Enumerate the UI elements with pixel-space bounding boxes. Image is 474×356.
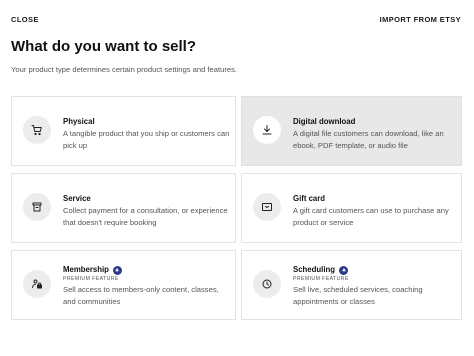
card-description: A tangible product that you ship or cust… bbox=[63, 129, 230, 150]
premium-star-icon bbox=[115, 267, 120, 272]
cart-icon-wrap bbox=[23, 116, 51, 144]
card-title: Membership bbox=[63, 265, 109, 274]
membership-lock-icon bbox=[32, 279, 42, 289]
premium-star-icon bbox=[341, 267, 346, 272]
card-description: A digital file customers can download, l… bbox=[293, 129, 444, 150]
page-title: What do you want to sell? bbox=[11, 38, 196, 55]
product-type-card-scheduling[interactable]: Scheduling PREMIUM FEATURE Sell live, sc… bbox=[241, 250, 462, 320]
premium-feature-label: PREMIUM FEATURE bbox=[293, 276, 349, 282]
card-title: Physical bbox=[63, 117, 95, 126]
card-title: Scheduling bbox=[293, 265, 336, 274]
card-description: Sell live, scheduled services, coaching … bbox=[293, 285, 423, 306]
product-type-card-digital-download[interactable]: Digital download A digital file customer… bbox=[241, 96, 462, 166]
premium-badge-icon bbox=[112, 265, 122, 275]
top-bar: CLOSE IMPORT FROM ETSY bbox=[0, 0, 474, 40]
premium-feature-label: PREMIUM FEATURE bbox=[63, 276, 119, 282]
card-title: Gift card bbox=[293, 194, 326, 203]
service-icon-wrap bbox=[23, 193, 51, 221]
close-button[interactable]: CLOSE bbox=[11, 15, 39, 24]
import-from-etsy-button[interactable]: IMPORT FROM ETSY bbox=[380, 15, 461, 24]
premium-badge-icon bbox=[339, 265, 349, 275]
card-title: Service bbox=[63, 194, 91, 203]
product-type-card-service[interactable]: Service Collect payment for a consultati… bbox=[11, 173, 236, 243]
cart-icon bbox=[31, 125, 42, 136]
card-description: A gift card customers can use to purchas… bbox=[293, 206, 449, 227]
product-type-card-physical[interactable]: Physical A tangible product that you shi… bbox=[11, 96, 236, 166]
download-icon bbox=[262, 125, 272, 135]
page-subtitle: Your product type determines certain pro… bbox=[11, 65, 237, 74]
download-icon-wrap bbox=[253, 116, 281, 144]
membership-icon-wrap bbox=[23, 270, 51, 298]
gift-card-icon bbox=[262, 203, 272, 211]
product-type-card-membership[interactable]: Membership PREMIUM FEATURE Sell access t… bbox=[11, 250, 236, 320]
product-type-card-gift-card[interactable]: Gift card A gift card customers can use … bbox=[241, 173, 462, 243]
service-icon bbox=[32, 202, 42, 212]
scheduling-icon-wrap bbox=[253, 270, 281, 298]
gift-card-icon-wrap bbox=[253, 193, 281, 221]
card-description: Collect payment for a consultation, or e… bbox=[63, 206, 228, 227]
card-title: Digital download bbox=[293, 117, 356, 126]
clock-icon bbox=[262, 279, 272, 289]
card-description: Sell access to members-only content, cla… bbox=[63, 285, 219, 306]
